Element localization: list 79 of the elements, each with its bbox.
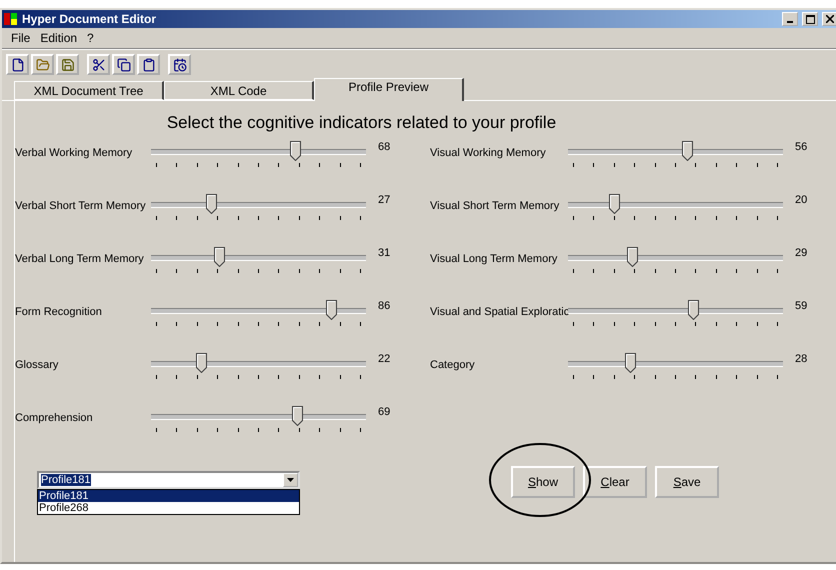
clipboard-button[interactable] [137,54,160,75]
maximize-button[interactable] [802,12,818,26]
slider-label: Form Recognition [15,305,103,318]
slider[interactable] [151,353,366,381]
slider-thumb[interactable] [206,194,218,214]
slider-label: Verbal Long Term Memory [15,252,145,265]
slider-thumb[interactable] [292,406,303,426]
slider[interactable] [568,194,783,222]
clipboard-icon [142,58,156,72]
slider-thumb[interactable] [290,141,301,161]
caret-icon [287,478,294,482]
tab[interactable]: XML Code [164,81,314,100]
slider-thumb[interactable] [326,300,338,320]
scissors-button[interactable] [87,54,110,75]
slider[interactable] [568,300,783,328]
save-button[interactable] [56,54,79,75]
window-title: Hyper Document Editor [22,12,158,26]
slider-value: 68 [378,141,390,153]
menu-item[interactable]: Edition [35,30,82,46]
profile-combo-box[interactable]: Profile181 [37,471,300,489]
new-file-icon [10,58,24,72]
action-button[interactable]: Clear [583,466,647,498]
slider-label: Category [430,358,476,371]
slider-label: Visual Short Term Memory [430,199,560,212]
slider-value: 28 [795,353,808,365]
slider-value: 22 [378,353,390,365]
slider-label: Visual Long Term Memory [430,252,558,265]
menu-item[interactable]: ? [82,30,99,46]
slider-value: 31 [378,247,390,259]
slider-value: 59 [795,300,808,312]
action-button[interactable]: Show [511,466,575,498]
copy-button[interactable] [112,54,135,75]
slider[interactable] [151,406,366,434]
slider-thumb[interactable] [196,353,207,373]
slider[interactable] [151,247,366,275]
action-button[interactable]: Save [655,466,719,498]
slider-label: Verbal Short Term Memory [15,199,147,212]
folder-button[interactable] [31,54,54,75]
scissors-icon [92,58,106,72]
copy-icon [116,58,130,72]
slider-thumb[interactable] [214,247,226,267]
maximize-icon [806,14,814,24]
dropdown-option[interactable]: Profile181 [38,490,299,502]
slider-label: Visual Working Memory [430,146,547,159]
slider-thumb[interactable] [627,247,638,267]
save-icon [60,58,74,72]
slider-thumb[interactable] [688,300,700,320]
slider-value: 69 [378,406,390,418]
tab[interactable]: XML Document Tree [14,81,164,100]
folder-icon [36,58,50,72]
slider-value: 27 [378,194,390,206]
panel-heading: Select the cognitive indicators related to your profile [166,113,558,133]
slider-value: 56 [795,141,808,153]
slider[interactable] [151,141,366,169]
minimize-button[interactable] [782,12,798,26]
slider[interactable] [568,353,783,381]
menu-item[interactable]: File [6,30,36,46]
slider[interactable] [151,194,366,222]
slider[interactable] [151,300,366,328]
tab[interactable]: Profile Preview [314,78,464,101]
close-button[interactable] [822,12,836,26]
slider-value: 20 [795,194,808,206]
slider-label: Visual and Spatial Exploratic [430,305,568,318]
calendar-clock-icon [172,58,186,72]
slider[interactable] [568,247,783,275]
slider-label: Verbal Working Memory [15,146,134,159]
calendar-clock-button[interactable] [168,54,191,75]
slider[interactable] [568,141,783,169]
close-icon [826,15,834,23]
slider-label: Glossary [15,358,60,371]
slider-thumb[interactable] [682,141,694,161]
slider-label: Comprehension [15,411,94,424]
dropdown-arrow-button[interactable] [283,473,298,487]
slider-thumb[interactable] [608,194,620,214]
slider-thumb[interactable] [625,353,636,373]
new-file-button[interactable] [6,54,29,75]
app-icon [4,13,18,25]
slider-value: 29 [795,247,808,259]
slider-value: 86 [378,300,390,312]
